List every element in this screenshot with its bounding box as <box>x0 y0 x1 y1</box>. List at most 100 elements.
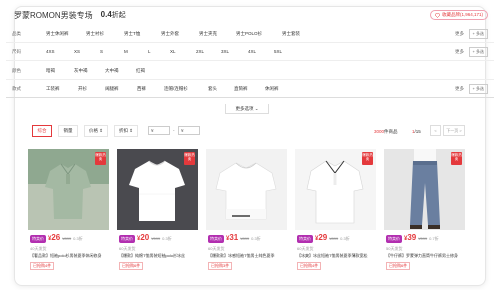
sold-count: 已抢购4件 <box>30 262 55 270</box>
filter-row-style: 款式 工装裤 开衫 阔腿裤 西裤 连帽/连帽衫 套头 直筒裤 休闲裤 更多 + … <box>6 80 494 98</box>
filter-option[interactable]: 大中褐 <box>105 68 119 74</box>
result-count: 3000件商品 <box>374 129 398 134</box>
product-title[interactable]: 【奢品款】短袖polo衫男装夏季休闲修身 <box>30 253 107 259</box>
product-image[interactable]: 爆款热卖 <box>28 149 109 230</box>
product-image[interactable]: 爆款热卖 <box>384 149 465 230</box>
filter-more-button[interactable]: 更多 <box>455 31 464 37</box>
filter-label: 款式 <box>12 86 21 91</box>
filter-option[interactable]: 直筒裤 <box>234 86 248 92</box>
filter-option[interactable]: 男士休闲裤 <box>46 31 69 37</box>
filter-option[interactable]: 2XL <box>196 49 204 54</box>
filter-option[interactable]: 男士衬衫 <box>86 31 104 37</box>
price-line: 特卖价 ¥29 ¥899 0.3折 <box>297 233 350 243</box>
filter-label: 颜色 <box>12 67 21 73</box>
filter-panel: 品类 男士休闲裤 男士衬衫 男士T恤 男士外套 男士夹克 男士POLO衫 男士套… <box>6 24 494 98</box>
filter-label: 品类 <box>12 30 21 36</box>
sold-count: 已抢购6件 <box>119 262 144 270</box>
filter-multi-button[interactable]: + 多选 <box>468 84 488 94</box>
filter-option[interactable]: 工装裤 <box>46 86 60 92</box>
product-title[interactable]: 【牛仔裤】罗蒙弹力直筒牛仔裤男士修身 <box>386 253 463 259</box>
filter-option[interactable]: 3XL <box>221 49 229 54</box>
sale-price: ¥29 <box>315 233 328 242</box>
next-page-button[interactable]: 下一页 > <box>443 125 465 136</box>
filter-option[interactable]: XL <box>170 49 176 54</box>
filter-option[interactable]: 休闲裤 <box>265 86 279 92</box>
filter-row-color: 颜色 暗褐 灰中褐 大中褐 红褐 <box>6 61 494 80</box>
product-image[interactable] <box>206 149 287 230</box>
sort-price-button[interactable]: 价格 ⇕ <box>84 125 108 137</box>
price-max-input[interactable]: ¥ <box>178 126 200 135</box>
heart-icon <box>434 12 440 18</box>
sold-count: 已抢购6件 <box>386 262 411 270</box>
price-line: 特卖价 ¥20 ¥599 0.3折 <box>119 233 172 243</box>
filter-multi-button[interactable]: + 多选 <box>468 28 488 39</box>
shipping-info: 60天发货 <box>297 246 314 251</box>
filter-more-button[interactable]: 更多 <box>455 49 464 55</box>
product-card[interactable]: 爆款热卖 特卖价 ¥26 ¥899 0.3折 40天发货 【奢品款】短袖polo… <box>28 149 109 273</box>
discount-rate: 0.7折 <box>429 236 439 241</box>
sale-price: ¥26 <box>48 233 61 242</box>
special-price-tag: 特卖价 <box>297 235 313 243</box>
prev-page-button[interactable]: < <box>430 125 441 136</box>
discount-label: 0.4折起 <box>100 10 126 19</box>
product-card[interactable]: 爆款热卖 特卖价 ¥39 ¥599 0.7折 50天发货 【牛仔裤】罗蒙弹力直筒… <box>384 149 465 273</box>
filter-option[interactable]: 男士T恤 <box>124 31 140 37</box>
special-price-tag: 特卖价 <box>208 235 224 243</box>
product-title[interactable]: 【爆款】纯棉T恤男装短袖polo衫冰丝 <box>119 253 196 259</box>
sale-price: ¥31 <box>226 233 239 242</box>
sort-sales-button[interactable]: 销量 <box>58 125 78 137</box>
filter-option[interactable]: M <box>124 49 128 54</box>
filter-option[interactable]: S <box>100 49 103 54</box>
discount-rate: 0.3折 <box>251 236 261 241</box>
original-price: ¥899 <box>62 236 72 241</box>
filter-row-size: 尺码 4XS XS S M L XL 2XL 3XL 4XL 5XL 更多 + … <box>6 43 494 61</box>
price-line: 特卖价 ¥31 ¥899 0.3折 <box>208 233 261 243</box>
product-card[interactable]: 爆款热卖 特卖价 ¥20 ¥599 0.3折 60天发货 【爆款】纯棉T恤男装短… <box>117 149 198 273</box>
product-image[interactable]: 爆款热卖 <box>117 149 198 230</box>
shipping-info: 40天发货 <box>30 246 47 251</box>
page-indicator: 1/15 <box>412 129 421 134</box>
filter-option[interactable]: 阔腿裤 <box>105 86 119 92</box>
brand-header: 罗蒙ROMON男装专场 0.4折起 收藏品牌(1,964,171) <box>14 6 488 24</box>
product-image[interactable]: 爆款热卖 <box>295 149 376 230</box>
sort-default-button[interactable]: 综合 <box>32 125 52 137</box>
filter-option[interactable]: 4XL <box>248 49 256 54</box>
filter-option[interactable]: 灰中褐 <box>74 68 88 74</box>
filter-option[interactable]: 男士POLO衫 <box>236 31 262 37</box>
product-card[interactable]: 爆款热卖 特卖价 ¥29 ¥899 0.3折 60天发货 【冰爽】冰丝短袖T恤男… <box>295 149 376 273</box>
filter-option[interactable]: 5XL <box>274 49 282 54</box>
sale-price: ¥39 <box>404 233 417 242</box>
filter-option[interactable]: 4XS <box>46 49 55 54</box>
filter-option[interactable]: 红褐 <box>136 68 145 74</box>
shipping-info: 60天发货 <box>119 246 136 251</box>
filter-option[interactable]: 开衫 <box>78 86 87 92</box>
product-card[interactable]: 特卖价 ¥31 ¥899 0.3折 60天发货 【爆款款】冰感短袖T恤男士纯色夏… <box>206 149 287 273</box>
hot-sale-badge: 爆款热卖 <box>362 152 373 165</box>
product-title[interactable]: 【冰爽】冰丝短袖T恤男装夏季薄款宽松 <box>297 253 374 259</box>
hot-sale-badge: 爆款热卖 <box>184 152 195 165</box>
product-title[interactable]: 【爆款款】冰感短袖T恤男士纯色夏季 <box>208 253 285 259</box>
filter-option[interactable]: 连帽/连帽衫 <box>164 86 188 92</box>
filter-option[interactable]: XS <box>74 49 80 54</box>
filter-option[interactable]: 男士套装 <box>282 31 300 37</box>
filter-option[interactable]: 西裤 <box>137 86 146 92</box>
price-min-input[interactable]: ¥ <box>148 126 170 135</box>
price-line: 特卖价 ¥39 ¥599 0.7折 <box>386 233 439 243</box>
special-price-tag: 特卖价 <box>119 235 135 243</box>
filter-option[interactable]: 男士外套 <box>161 31 179 37</box>
shipping-info: 60天发货 <box>208 246 225 251</box>
collect-brand-button[interactable]: 收藏品牌(1,964,171) <box>429 10 488 20</box>
filter-option[interactable]: L <box>148 49 151 54</box>
filter-option[interactable]: 套头 <box>208 86 217 92</box>
price-range-separator: - <box>173 128 175 133</box>
filter-option[interactable]: 暗褐 <box>46 68 55 74</box>
filter-row-category: 品类 男士休闲裤 男士衬衫 男士T恤 男士外套 男士夹克 男士POLO衫 男士套… <box>6 24 494 43</box>
hot-sale-badge: 爆款热卖 <box>451 152 462 165</box>
sort-discount-button[interactable]: 折扣 ⇕ <box>114 125 138 137</box>
filter-more-button[interactable]: 更多 <box>455 86 464 92</box>
brand-title: 罗蒙ROMON男装专场 <box>14 10 93 20</box>
filter-multi-button[interactable]: + 多选 <box>468 47 488 57</box>
filter-option[interactable]: 男士夹克 <box>199 31 217 37</box>
more-choices-toggle[interactable]: 更多选项 ⌄ <box>225 104 269 114</box>
filter-label: 尺码 <box>12 49 21 54</box>
